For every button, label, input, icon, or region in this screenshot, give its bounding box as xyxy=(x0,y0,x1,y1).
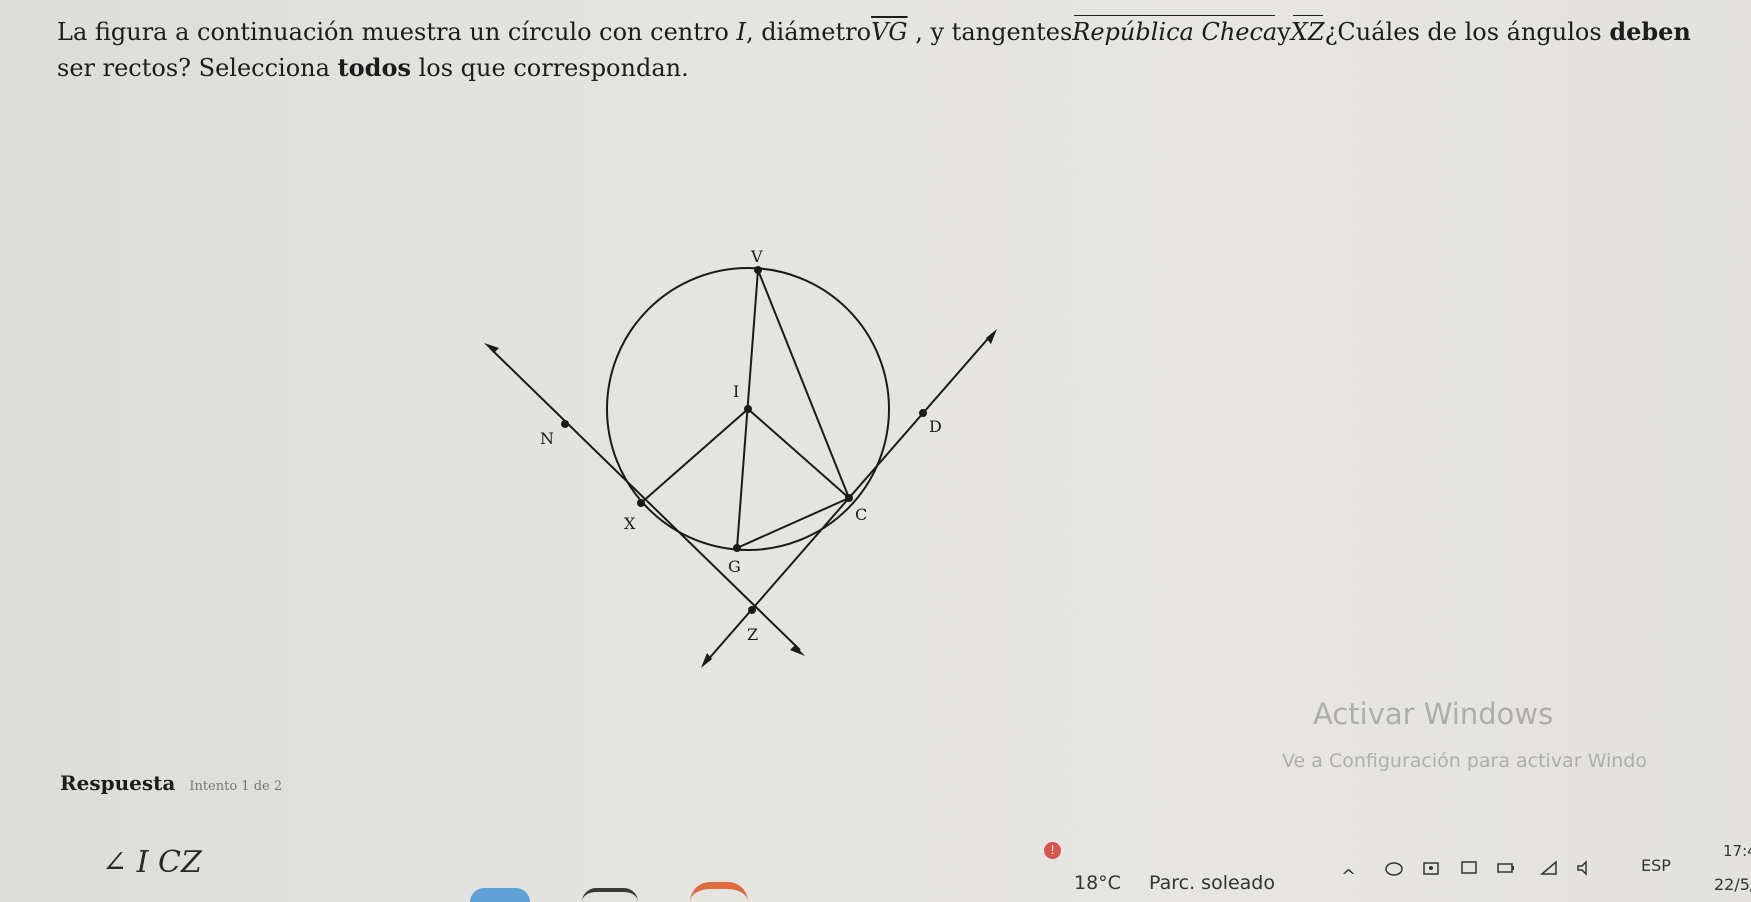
question-part: , y tangentes xyxy=(907,18,1073,46)
chevron-up-icon[interactable]: ^ xyxy=(1341,866,1356,887)
point-n xyxy=(561,420,569,428)
emphasis-todos: todos xyxy=(337,53,411,82)
segment-ic xyxy=(747,408,850,499)
point-v xyxy=(754,266,762,274)
display-icon[interactable] xyxy=(1460,859,1478,877)
weather-temp[interactable]: 18°C xyxy=(1074,872,1121,894)
arrow-head-z-left xyxy=(701,653,712,668)
tangent-1-label: República Checa xyxy=(1072,14,1277,50)
taskbar-app-icon-1[interactable] xyxy=(470,888,530,902)
label-i: I xyxy=(733,382,739,401)
segment-ix xyxy=(640,408,749,504)
question-part: ser rectos? Selecciona xyxy=(57,54,338,82)
label-c: C xyxy=(855,505,867,524)
geometry-figure: V I N D X C G Z xyxy=(484,247,997,668)
point-g xyxy=(733,544,741,552)
label-x: X xyxy=(624,514,636,533)
segment-vc xyxy=(757,269,850,499)
taskbar-app-icon-2[interactable] xyxy=(582,888,638,902)
answer-option-icz[interactable]: ∠ I CZ xyxy=(102,845,202,880)
emphasis-deben: deben xyxy=(1609,17,1691,46)
label-g: G xyxy=(728,557,741,576)
activate-windows-title: Activar Windows xyxy=(1313,697,1554,731)
battery-icon[interactable] xyxy=(1497,859,1515,877)
language-indicator[interactable]: ESP xyxy=(1641,856,1671,875)
question-part: y xyxy=(1277,18,1291,46)
weather-desc[interactable]: Parc. soleado xyxy=(1149,872,1275,894)
question-part: los que correspondan. xyxy=(410,54,689,82)
weather-alert-icon[interactable]: ! xyxy=(1044,842,1061,859)
point-x xyxy=(637,499,645,507)
point-z xyxy=(748,606,756,614)
answer-heading-label: Respuesta xyxy=(60,771,176,795)
question-part: , diámetro xyxy=(745,18,872,46)
arrow-head-d xyxy=(986,329,997,344)
label-z: Z xyxy=(747,625,758,644)
cloud-icon[interactable] xyxy=(1385,859,1403,877)
point-c xyxy=(845,494,853,502)
taskbar-strip xyxy=(0,878,1751,902)
taskbar-app-icon-3[interactable] xyxy=(690,882,748,902)
arrow-head-n xyxy=(484,343,499,353)
label-n: N xyxy=(540,429,554,448)
wifi-icon[interactable] xyxy=(1540,859,1558,877)
question-text: La figura a continuación muestra un círc… xyxy=(57,14,1707,86)
question-part: La figura a continuación muestra un círc… xyxy=(57,18,729,46)
volume-icon[interactable] xyxy=(1576,859,1594,877)
camera-icon[interactable] xyxy=(1422,859,1440,877)
answer-heading: Respuesta Intento 1 de 2 xyxy=(60,771,282,795)
tangent-2-label: XZ xyxy=(1291,14,1325,50)
point-i xyxy=(744,405,752,413)
question-part: ¿Cuáles de los ángulos xyxy=(1324,18,1610,46)
label-d: D xyxy=(929,417,942,436)
attempt-counter: Intento 1 de 2 xyxy=(189,779,283,794)
point-d xyxy=(919,409,927,417)
clock-date[interactable]: 22/5/ xyxy=(1714,875,1751,894)
clock-time[interactable]: 17:4 xyxy=(1723,842,1751,860)
label-v: V xyxy=(750,247,763,266)
center-label: I xyxy=(736,18,746,46)
activate-windows-subtitle: Ve a Configuración para activar Windo xyxy=(1282,750,1647,772)
diameter-label: VG xyxy=(871,18,908,46)
